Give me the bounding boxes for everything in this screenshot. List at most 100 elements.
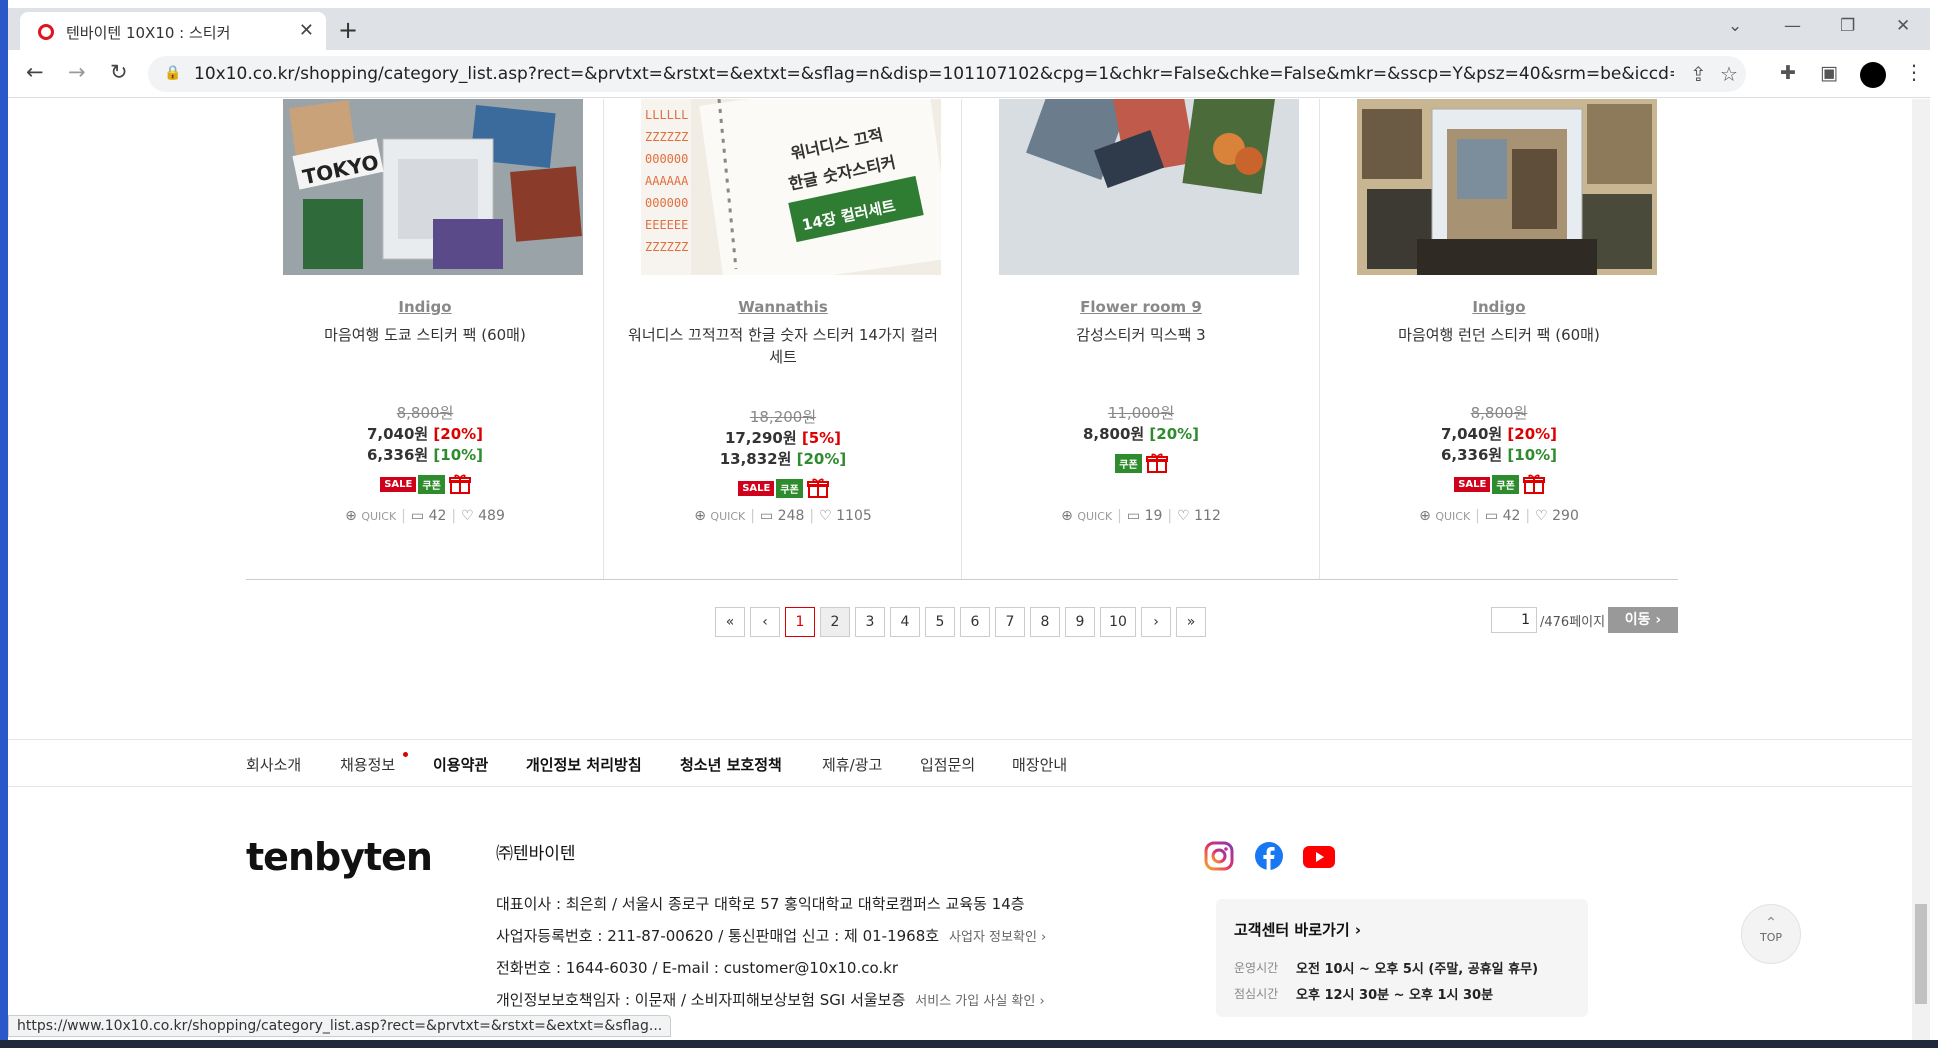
page-button[interactable]: 5: [925, 607, 955, 637]
page-scrollbar[interactable]: [1912, 99, 1930, 1040]
address-bar[interactable]: 🔒 10x10.co.kr/shopping/category_list.asp…: [148, 56, 1746, 92]
tenbyten-logo[interactable]: tenbyten: [246, 835, 433, 879]
company-info-contact: 전화번호 : 1644-6030 / E-mail : customer@10x…: [496, 957, 898, 978]
lunch-label: 점심시간: [1234, 987, 1279, 1001]
footer-link-partnership[interactable]: 제휴/광고: [822, 754, 882, 775]
bookmark-star-icon[interactable]: ☆: [1720, 62, 1738, 86]
page-button[interactable]: 4: [890, 607, 920, 637]
quick-view-button[interactable]: QUICK: [1435, 510, 1470, 523]
like-count: 290: [1552, 508, 1579, 524]
footer-nav: 회사소개 채용정보 이용약관 개인정보 처리방침 청소년 보호정책 제휴/광고 …: [8, 739, 1912, 787]
company-info-business: 사업자등록번호 : 211-87-00620 / 통신판매업 신고 : 제 01…: [496, 925, 1046, 946]
customer-center-link[interactable]: 고객센터 바로가기 ›: [1234, 919, 1361, 940]
sale-price: 7,040원 [20%]: [1320, 423, 1678, 444]
back-icon[interactable]: ←: [26, 60, 44, 84]
page-button[interactable]: 6: [960, 607, 990, 637]
heart-icon[interactable]: ♡: [461, 508, 474, 524]
prev-page-button[interactable]: ‹: [750, 607, 780, 637]
business-info-link[interactable]: 사업자 정보확인 ›: [949, 930, 1046, 945]
quick-view-icon[interactable]: ⊕: [694, 508, 706, 524]
product-image[interactable]: TOKYO: [283, 99, 583, 275]
svg-text:ZZZZZZ: ZZZZZZ: [645, 130, 688, 144]
extensions-icon[interactable]: ✚: [1780, 62, 1796, 84]
coupon-price: 6,336원 [10%]: [246, 444, 604, 465]
scrollbar-thumb[interactable]: [1915, 904, 1927, 1004]
profile-avatar[interactable]: [1860, 62, 1886, 88]
product-brand[interactable]: Flower room 9: [962, 298, 1320, 316]
quick-view-icon[interactable]: ⊕: [1061, 508, 1073, 524]
heart-icon[interactable]: ♡: [1535, 508, 1548, 524]
close-window-icon[interactable]: ✕: [1896, 16, 1910, 36]
product-badges: SALE 쿠폰: [246, 473, 604, 497]
gift-icon: [1522, 474, 1545, 494]
page-button[interactable]: 10: [1100, 607, 1136, 637]
page-button[interactable]: 1: [785, 607, 815, 637]
product-image[interactable]: [1357, 99, 1657, 275]
product-brand[interactable]: Indigo: [246, 298, 604, 316]
go-page-button[interactable]: 이동 ›: [1608, 607, 1678, 633]
footer-link-terms[interactable]: 이용약관: [433, 754, 488, 775]
page-content: TOKYO Indigo 마음여행 도쿄 스티커 팩 (60매) 8,800원 …: [8, 99, 1912, 1040]
quick-view-icon[interactable]: ⊕: [1419, 508, 1431, 524]
service-check-link[interactable]: 서비스 가입 사실 확인 ›: [915, 994, 1044, 1009]
footer-link-privacy[interactable]: 개인정보 처리방침: [526, 754, 642, 775]
heart-icon[interactable]: ♡: [1177, 508, 1190, 524]
product-card: Flower room 9 감성스티커 믹스팩 3 11,000원 8,800원…: [962, 99, 1320, 579]
discount-rate: [20%]: [1507, 425, 1558, 443]
quick-view-button[interactable]: QUICK: [1077, 510, 1112, 523]
coupon-badge: 쿠폰: [1492, 474, 1519, 494]
footer-link-youth[interactable]: 청소년 보호정책: [680, 754, 782, 775]
review-icon: ▭: [410, 508, 425, 524]
minimize-icon[interactable]: —: [1784, 16, 1801, 36]
product-name[interactable]: 감성스티커 믹스팩 3: [982, 324, 1300, 346]
svg-text:000000: 000000: [645, 152, 688, 166]
last-page-button[interactable]: »: [1176, 607, 1206, 637]
product-image[interactable]: LLLLLL ZZZZZZ 000000 AAAAAA 000000 EEEEE…: [641, 99, 941, 275]
quick-view-button[interactable]: QUICK: [710, 510, 745, 523]
browser-tab[interactable]: 텐바이텐 10X10 : 스티커 ✕: [20, 12, 326, 50]
new-tab-icon[interactable]: +: [338, 16, 358, 44]
screen: { "browser": { "tab_title": "텐바이텐 10X10 …: [0, 0, 1938, 1048]
coupon-badge: 쿠폰: [776, 478, 803, 498]
heart-icon[interactable]: ♡: [819, 508, 832, 524]
menu-icon[interactable]: ⋮: [1904, 60, 1924, 84]
footer-link-vendor[interactable]: 입점문의: [920, 754, 975, 775]
page-button[interactable]: 7: [995, 607, 1025, 637]
footer-link-company[interactable]: 회사소개: [246, 754, 301, 775]
instagram-icon[interactable]: [1204, 841, 1234, 871]
reload-icon[interactable]: ↻: [110, 60, 128, 84]
first-page-button[interactable]: «: [715, 607, 745, 637]
page-number-input[interactable]: 1: [1491, 607, 1537, 633]
share-icon[interactable]: ⇪: [1690, 62, 1707, 86]
next-page-button[interactable]: ›: [1141, 607, 1171, 637]
quick-view-button[interactable]: QUICK: [361, 510, 396, 523]
coupon-price: 8,800원 [20%]: [962, 423, 1320, 444]
scroll-top-button[interactable]: ⌃ TOP: [1741, 904, 1801, 964]
discount-rate: [20%]: [433, 425, 484, 443]
restore-icon[interactable]: ❐: [1840, 16, 1855, 36]
forward-icon[interactable]: →: [68, 60, 86, 84]
footer-link-careers[interactable]: 채용정보: [340, 754, 395, 775]
review-icon: ▭: [1484, 508, 1499, 524]
original-price: 18,200원: [749, 408, 817, 426]
close-tab-icon[interactable]: ✕: [299, 20, 314, 41]
tab-search-icon[interactable]: ⌄: [1728, 16, 1742, 36]
page-button[interactable]: 3: [855, 607, 885, 637]
facebook-icon[interactable]: [1254, 841, 1284, 871]
page-button[interactable]: 9: [1065, 607, 1095, 637]
product-name[interactable]: 워너디스 끄적끄적 한글 숫자 스티커 14가지 컬러 세트: [624, 324, 942, 368]
youtube-icon[interactable]: [1302, 841, 1336, 871]
side-panel-icon[interactable]: ▣: [1820, 62, 1838, 84]
product-image[interactable]: [999, 99, 1299, 275]
quick-view-icon[interactable]: ⊕: [345, 508, 357, 524]
page-button[interactable]: 8: [1030, 607, 1060, 637]
coupon-price: 6,336원 [10%]: [1320, 444, 1678, 465]
product-brand[interactable]: Wannathis: [604, 298, 962, 316]
product-name[interactable]: 마음여행 도쿄 스티커 팩 (60매): [266, 324, 584, 346]
product-brand[interactable]: Indigo: [1320, 298, 1678, 316]
product-name[interactable]: 마음여행 런던 스티커 팩 (60매): [1340, 324, 1658, 346]
price-value: 6,336원: [366, 446, 429, 464]
tab-strip: 텐바이텐 10X10 : 스티커 ✕ + ⌄ — ❐ ✕: [8, 8, 1930, 50]
page-button[interactable]: 2: [820, 607, 850, 637]
footer-link-stores[interactable]: 매장안내: [1012, 754, 1067, 775]
